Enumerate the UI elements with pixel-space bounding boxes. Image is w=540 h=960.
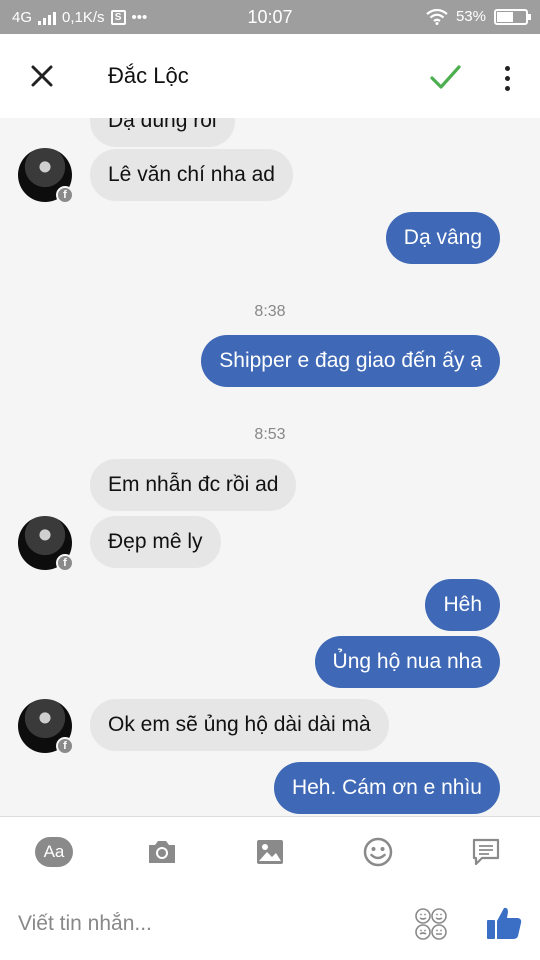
contact-name: Đắc Lộc: [108, 63, 189, 88]
status-bar: 4G 0,1K/s S ••• 10:07 53%: [0, 0, 540, 34]
facebook-badge-icon: f: [56, 737, 74, 755]
message-bubble-incoming[interactable]: Đẹp mê ly: [90, 516, 221, 568]
thumbs-up-icon[interactable]: [484, 903, 524, 943]
text-style-label: Aa: [35, 837, 73, 867]
message-bubble-outgoing[interactable]: Dạ vâng: [385, 212, 500, 264]
message-input[interactable]: [18, 909, 388, 939]
avatar[interactable]: f: [18, 699, 74, 755]
conversation-header: Đắc Lộc: [0, 34, 540, 118]
wifi-icon: [426, 8, 448, 25]
sticker-icon[interactable]: [414, 907, 448, 941]
emoji-icon[interactable]: [358, 835, 398, 869]
message-timestamp: 8:53: [254, 426, 286, 443]
message-bubble-outgoing[interactable]: Ủng hộ nua nha: [314, 636, 500, 688]
message-bubble-incoming[interactable]: Dạ đúng rồi: [90, 118, 235, 147]
camera-icon[interactable]: [142, 835, 182, 869]
avatar[interactable]: f: [18, 516, 74, 572]
check-icon[interactable]: [424, 56, 466, 98]
message-timestamp: 8:38: [254, 303, 286, 320]
message-bubble-incoming[interactable]: Lê văn chí nha ad: [90, 149, 293, 201]
text-style-icon[interactable]: Aa: [34, 835, 74, 869]
message-list: Dạ đúng rồi Lê văn chí nha ad f Dạ vâng …: [0, 118, 540, 816]
message-bubble-incoming[interactable]: Ok em sẽ ủng hộ dài dài mà: [90, 699, 389, 751]
close-icon[interactable]: [22, 56, 62, 96]
message-bubble-outgoing[interactable]: Hêh: [425, 579, 500, 631]
message-bubble-outgoing[interactable]: Heh. Cám ơn e nhìu: [273, 762, 500, 814]
battery-percent: 53%: [455, 8, 486, 25]
status-right: 53%: [426, 8, 531, 25]
avatar[interactable]: f: [18, 148, 74, 204]
message-composer: [0, 887, 540, 960]
more-options-icon[interactable]: [494, 58, 520, 98]
battery-icon: [494, 8, 531, 25]
message-bubble-incoming[interactable]: Em nhẫn đc rồi ad: [90, 459, 297, 511]
composer-toolbar: Aa: [0, 817, 540, 887]
message-bubble-outgoing[interactable]: Shipper e đag giao đến ấy ạ: [201, 335, 500, 387]
battery-fill: [497, 11, 513, 22]
facebook-badge-icon: f: [56, 554, 74, 572]
message-icon[interactable]: [466, 835, 506, 869]
image-icon[interactable]: [250, 835, 290, 869]
facebook-badge-icon: f: [56, 186, 74, 204]
